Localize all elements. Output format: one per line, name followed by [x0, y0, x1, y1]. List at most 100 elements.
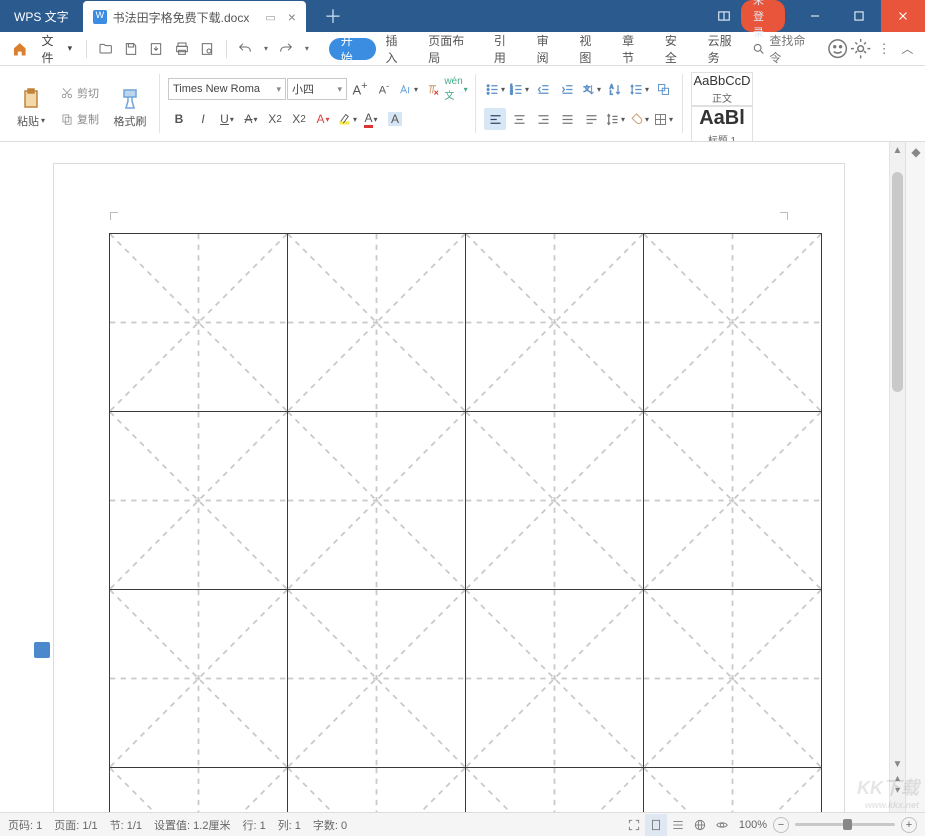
comment-indicator-icon[interactable]: [34, 642, 50, 658]
web-view-icon[interactable]: [689, 814, 711, 836]
align-center-button[interactable]: [508, 108, 530, 130]
open-button[interactable]: [95, 38, 116, 60]
tab-section[interactable]: 章节: [612, 32, 655, 66]
outline-view-icon[interactable]: [667, 814, 689, 836]
clear-format-button[interactable]: [421, 78, 443, 100]
tab-view[interactable]: 视图: [569, 32, 612, 66]
print-preview-button[interactable]: [196, 38, 217, 60]
tab-pagelayout[interactable]: 页面布局: [418, 32, 484, 66]
paste-button[interactable]: 粘贴▾: [10, 70, 52, 141]
subscript-button[interactable]: X2: [288, 108, 310, 130]
align-justify-button[interactable]: [556, 108, 578, 130]
font-size-select[interactable]: 小四▾: [287, 78, 347, 100]
document-tab[interactable]: 书法田字格免费下载.docx ▭ ×: [83, 1, 306, 33]
strikethrough-button[interactable]: A▾: [240, 108, 262, 130]
italic-button[interactable]: I: [192, 108, 214, 130]
cut-button[interactable]: 剪切: [56, 83, 103, 103]
phonetic-guide-button[interactable]: wén文▾: [445, 78, 467, 100]
zoom-slider-knob[interactable]: [843, 819, 852, 830]
pin-icon[interactable]: ◆: [906, 142, 925, 162]
reading-view-icon[interactable]: [711, 814, 733, 836]
align-left-button[interactable]: [484, 108, 506, 130]
align-right-button[interactable]: [532, 108, 554, 130]
menu-tabs: 开始 插入 页面布局 引用 审阅 视图 章节 安全 云服务: [329, 32, 752, 66]
char-shading-button[interactable]: A: [384, 108, 406, 130]
undo-button[interactable]: [235, 38, 256, 60]
style-heading1[interactable]: AaBl 标题 1: [691, 106, 753, 142]
new-tab-button[interactable]: ＋: [324, 3, 342, 29]
bullets-button[interactable]: ▾: [484, 78, 506, 100]
font-name-select[interactable]: Times New Roma▾: [168, 78, 286, 100]
maximize-button[interactable]: [837, 0, 881, 32]
document-canvas[interactable]: [0, 142, 889, 812]
login-button[interactable]: 未登录: [741, 0, 785, 32]
increase-font-button[interactable]: A+: [349, 78, 371, 100]
page-down-icon[interactable]: ▾: [890, 784, 905, 796]
superscript-button[interactable]: X2: [264, 108, 286, 130]
close-button[interactable]: [881, 0, 925, 32]
asian-layout-button[interactable]: 文▾: [580, 78, 602, 100]
tab-review[interactable]: 审阅: [527, 32, 570, 66]
underline-button[interactable]: U▾: [216, 108, 238, 130]
zoom-value[interactable]: 100%: [739, 819, 767, 831]
print-layout-view-icon[interactable]: [645, 814, 667, 836]
status-chars[interactable]: 字数: 0: [313, 817, 347, 833]
save-button[interactable]: [120, 38, 141, 60]
copy-button[interactable]: 复制: [56, 109, 103, 129]
fullscreen-view-icon[interactable]: [623, 814, 645, 836]
redo-more[interactable]: ▾: [301, 38, 313, 60]
reading-layout-icon[interactable]: [707, 0, 741, 32]
text-effects-button[interactable]: A▾: [312, 108, 334, 130]
status-setval[interactable]: 设置值: 1.2厘米: [154, 817, 230, 833]
line-spacing-2-button[interactable]: ▾: [604, 108, 626, 130]
line-spacing-button[interactable]: ▾: [628, 78, 650, 100]
tab-cloud[interactable]: 云服务: [698, 32, 752, 66]
tab-start[interactable]: 开始: [329, 38, 376, 60]
show-marks-button[interactable]: [652, 78, 674, 100]
search-command[interactable]: 查找命令: [752, 32, 816, 66]
zoom-out-button[interactable]: −: [773, 817, 789, 833]
status-col[interactable]: 列: 1: [278, 817, 301, 833]
print-button[interactable]: [171, 38, 192, 60]
tab-security[interactable]: 安全: [655, 32, 698, 66]
format-painter-button[interactable]: 格式刷: [109, 70, 151, 141]
style-normal[interactable]: AaBbCcD 正文: [691, 72, 753, 106]
align-distribute-button[interactable]: [580, 108, 602, 130]
increase-indent-button[interactable]: [556, 78, 578, 100]
page-up-icon[interactable]: ▴: [890, 772, 905, 784]
home-icon[interactable]: [12, 41, 28, 57]
tab-reference[interactable]: 引用: [484, 32, 527, 66]
borders-button[interactable]: ▾: [652, 108, 674, 130]
zoom-slider[interactable]: [795, 823, 895, 826]
scroll-thumb[interactable]: [892, 172, 903, 392]
feedback-icon[interactable]: [826, 37, 849, 61]
sort-button[interactable]: AL: [604, 78, 626, 100]
tab-insert[interactable]: 插入: [376, 32, 419, 66]
status-page-code[interactable]: 页码: 1: [8, 817, 42, 833]
tab-window-icon[interactable]: ▭: [265, 11, 275, 24]
shading-button[interactable]: ▾: [628, 108, 650, 130]
status-section[interactable]: 节: 1/1: [110, 817, 142, 833]
zoom-in-button[interactable]: +: [901, 817, 917, 833]
bold-button[interactable]: B: [168, 108, 190, 130]
export-button[interactable]: [146, 38, 167, 60]
minimize-button[interactable]: [793, 0, 837, 32]
change-case-button[interactable]: ▾: [397, 78, 419, 100]
decrease-font-button[interactable]: A-: [373, 78, 395, 100]
scroll-down-icon[interactable]: ▼: [890, 756, 905, 772]
highlight-button[interactable]: ▾: [336, 108, 358, 130]
status-row[interactable]: 行: 1: [242, 817, 265, 833]
font-color-button[interactable]: A▾: [360, 108, 382, 130]
settings-icon[interactable]: [849, 37, 872, 61]
help-icon[interactable]: ⋮: [872, 37, 895, 61]
redo-button[interactable]: [276, 38, 297, 60]
decrease-indent-button[interactable]: [532, 78, 554, 100]
vertical-scrollbar[interactable]: ▲ ▼ ▴ ▾: [889, 142, 905, 812]
scroll-up-icon[interactable]: ▲: [890, 142, 905, 158]
numbering-button[interactable]: 123▾: [508, 78, 530, 100]
tab-close-icon[interactable]: ×: [288, 9, 296, 25]
status-page[interactable]: 页面: 1/1: [54, 817, 97, 833]
undo-more[interactable]: ▾: [260, 38, 272, 60]
collapse-ribbon-icon[interactable]: ︿: [896, 37, 919, 61]
file-menu[interactable]: 文件▾: [34, 37, 81, 61]
